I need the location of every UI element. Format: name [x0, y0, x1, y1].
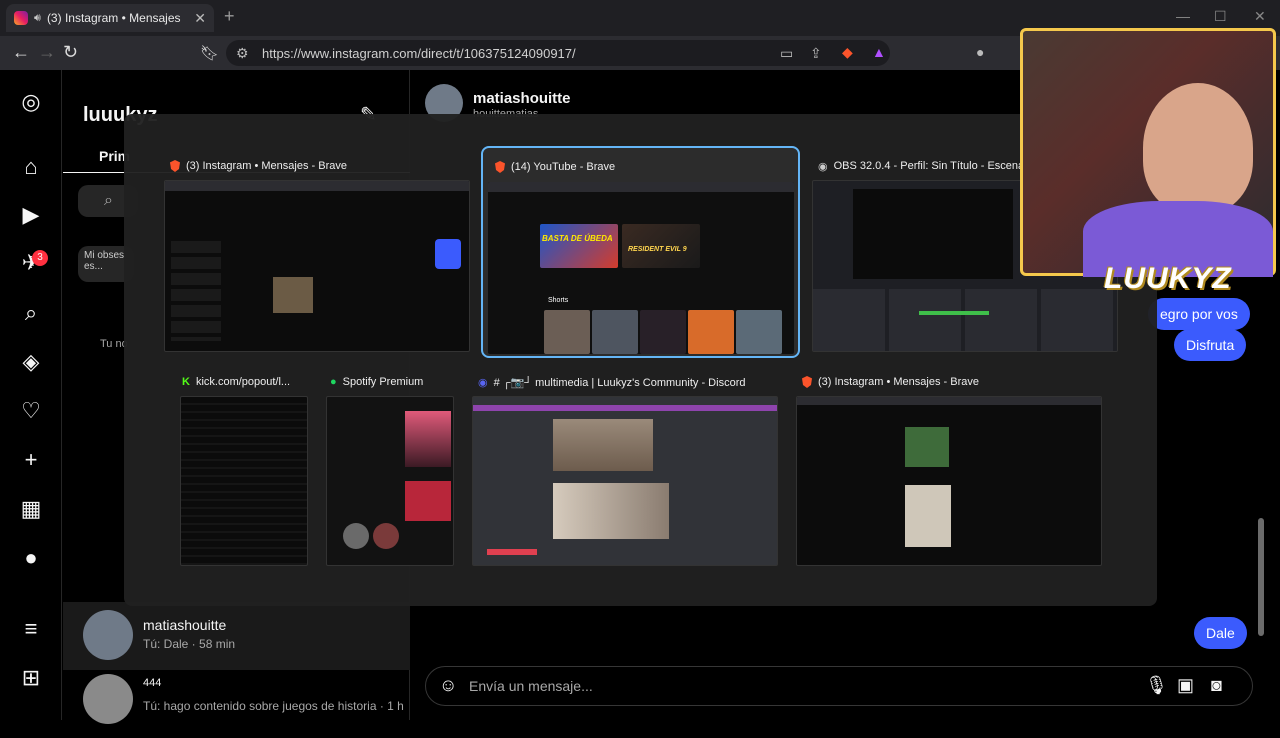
window-title-text: # ┌📷┘ multimedia | Luukyz's Community - …: [493, 376, 746, 389]
brave-shields-icon[interactable]: ◆: [842, 44, 853, 61]
composer-placeholder: Envía un mensaje...: [469, 678, 593, 694]
window-title: K kick.com/popout/l...: [182, 371, 310, 393]
switcher-window-kick[interactable]: K kick.com/popout/l...: [180, 370, 308, 568]
window-title-text: (3) Instagram • Mensajes - Brave: [186, 160, 347, 172]
window-title: (3) Instagram • Mensajes - Brave: [802, 371, 979, 393]
reels-icon[interactable]: ▶: [18, 202, 44, 228]
bookmark-icon[interactable]: 🔖︎: [200, 44, 219, 62]
search-icon[interactable]: ⌕: [18, 300, 44, 326]
window-thumbnail: BASTA DE ÚBEDA RESIDENT EVIL 9 Shorts: [488, 182, 794, 354]
search-icon-list: ⌕: [104, 192, 113, 209]
window-title-text: kick.com/popout/l...: [195, 376, 291, 388]
thumbnail-text: RESIDENT EVIL 9: [628, 246, 687, 253]
switcher-window-discord[interactable]: ◉ # ┌📷┘ multimedia | Luukyz's Community …: [472, 370, 778, 568]
message-bubble: Dale: [1194, 617, 1247, 649]
brave-icon: [170, 160, 180, 172]
thumbnail-text: BASTA DE ÚBEDA: [542, 234, 613, 243]
instagram-icon: [14, 11, 28, 25]
menu-icon[interactable]: ≡: [18, 616, 44, 642]
message-bubble: Disfruta: [1174, 329, 1247, 361]
share-icon[interactable]: ⇪: [810, 45, 822, 62]
shorts-label: Shorts: [548, 297, 569, 304]
conversation-preview: Tú: hago contenido sobre juegos de histo…: [143, 699, 404, 713]
dashboard-icon[interactable]: ▦: [18, 496, 44, 522]
window-thumbnail: [326, 396, 454, 566]
image-icon[interactable]: ▣: [1177, 675, 1194, 696]
spotify-icon: ●: [330, 376, 337, 388]
streamer-face: [1143, 83, 1253, 213]
window-title-text: (14) YouTube - Brave: [511, 161, 616, 173]
sticker-icon[interactable]: ◙: [1211, 675, 1222, 696]
brave-icon: [495, 161, 505, 173]
site-settings-icon[interactable]: ⚙︎: [236, 45, 249, 62]
explore-icon[interactable]: ◈: [18, 349, 44, 375]
switcher-window-spotify[interactable]: ● Spotify Premium: [326, 370, 454, 568]
more-apps-icon[interactable]: ⊞: [18, 665, 44, 691]
switcher-window-youtube[interactable]: (14) YouTube - Brave BASTA DE ÚBEDA RESI…: [481, 146, 800, 358]
conversation-name: 444: [143, 677, 162, 689]
minimize-icon[interactable]: —: [1176, 8, 1190, 24]
webcam-feed: [1020, 28, 1276, 277]
window-title: ◉ # ┌📷┘ multimedia | Luukyz's Community …: [478, 371, 778, 393]
conversation-row[interactable]: 444 Tú: hago contenido sobre juegos de h…: [63, 670, 410, 738]
notifications-heart-icon[interactable]: ♡: [18, 398, 44, 424]
avatar: [83, 610, 133, 660]
window-close-icon[interactable]: ✕: [1254, 8, 1266, 25]
window-thumbnail: [472, 396, 778, 566]
window-thumbnail: [180, 396, 308, 566]
reload-icon[interactable]: ↻: [63, 42, 78, 63]
back-icon[interactable]: ←: [12, 42, 30, 63]
window-title: (3) Instagram • Mensajes - Brave: [170, 155, 347, 177]
emoji-icon[interactable]: ☺: [439, 675, 457, 696]
window-title-text: Spotify Premium: [342, 376, 424, 388]
create-icon[interactable]: +: [18, 447, 44, 473]
window-title-text: OBS 32.0.4 - Perfil: Sin Título - Escena…: [833, 160, 1028, 172]
chat-scrollbar[interactable]: [1258, 518, 1264, 636]
chat-header-name[interactable]: matiashouitte: [473, 90, 571, 107]
kick-icon: K: [182, 376, 190, 388]
browser-tab-instagram[interactable]: 🔊︎ (3) Instagram • Mensajes ✕: [6, 4, 214, 32]
cast-icon[interactable]: ▭: [780, 45, 793, 62]
obs-icon: ◉: [818, 160, 828, 173]
url-text: https://www.instagram.com/direct/t/10637…: [262, 45, 576, 61]
window-thumbnail: [796, 396, 1102, 566]
window-title: ◉ OBS 32.0.4 - Perfil: Sin Título - Esce…: [818, 155, 1028, 177]
forward-icon[interactable]: →: [38, 42, 56, 63]
tab-title: (3) Instagram • Mensajes: [46, 11, 181, 25]
switcher-window-instagram-2[interactable]: (3) Instagram • Mensajes - Brave: [796, 370, 1102, 568]
brave-rewards-icon[interactable]: ▲: [872, 44, 886, 60]
maximize-icon[interactable]: ☐: [1214, 8, 1227, 25]
notification-badge: 3: [32, 250, 48, 266]
microphone-icon[interactable]: 🎙︎: [1145, 675, 1168, 696]
speaker-icon[interactable]: 🔊︎: [34, 12, 41, 25]
window-title: (14) YouTube - Brave: [495, 156, 615, 178]
webcam-logo: LUUKYZ: [1104, 262, 1232, 295]
avatar: [83, 674, 133, 724]
profile-avatar-icon[interactable]: ●: [18, 545, 44, 571]
message-bubble: egro por vos: [1148, 298, 1250, 330]
window-title-text: (3) Instagram • Mensajes - Brave: [818, 376, 979, 388]
brave-icon: [802, 376, 812, 388]
new-tab-button[interactable]: +: [224, 6, 235, 27]
conversation-name: matiashouitte: [143, 617, 227, 633]
close-icon[interactable]: ✕: [194, 10, 206, 27]
discord-icon: ◉: [478, 376, 488, 389]
home-icon[interactable]: ⌂: [18, 154, 44, 180]
window-title: ● Spotify Premium: [330, 371, 423, 393]
instagram-logo-icon[interactable]: ◎: [18, 89, 44, 115]
profile-icon[interactable]: ●: [976, 44, 984, 60]
conversation-row[interactable]: matiashouitte Tú: Dale · 58 min: [63, 602, 410, 670]
switcher-window-instagram[interactable]: (3) Instagram • Mensajes - Brave: [164, 154, 470, 352]
conversation-preview: Tú: Dale · 58 min: [143, 637, 236, 651]
window-thumbnail: [164, 180, 470, 352]
